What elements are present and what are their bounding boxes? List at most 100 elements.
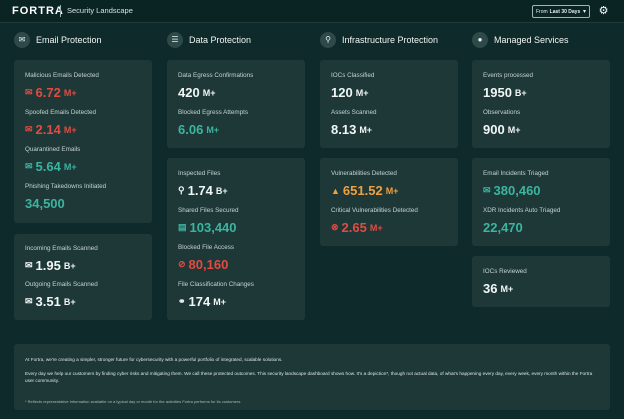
metric-incoming-emails: Incoming Emails Scanned ✉ 1.95 B+ (25, 245, 98, 273)
search-icon: ⚲ (178, 185, 185, 195)
envelope-icon: ✉ (14, 32, 30, 48)
brand-logo: FORTRA (12, 5, 64, 17)
metric-label: IOCs Classified (331, 72, 375, 79)
alert-circle-icon: ⊗ (331, 222, 339, 232)
metric-critical-vulnerabilities: Critical Vulnerabilities Detected ⊗ 2.65… (331, 207, 418, 235)
metric-label: Blocked File Access (178, 244, 234, 251)
metric-label: Malicious Emails Detected (25, 72, 99, 79)
warning-icon: ▲ (331, 185, 340, 196)
metric-blocked-egress: Blocked Egress Attempts 6.06 M+ (178, 109, 248, 137)
date-range-select[interactable]: From Last 30 Days ▾ (532, 5, 590, 18)
metric-email-incidents-triaged: Email Incidents Triaged ✉ 380,460 (483, 170, 548, 198)
metric-label: XDR Incidents Auto Triaged (483, 207, 561, 214)
metric-label: IOCs Reviewed (483, 268, 527, 275)
metric-blocked-file-access: Blocked File Access ⊘ 80,160 (178, 244, 234, 272)
metric-outgoing-emails: Outgoing Emails Scanned ✉ 3.51 B+ (25, 281, 98, 309)
chevron-down-icon: ▾ (582, 8, 586, 15)
metric-label: Events processed (483, 72, 534, 79)
metric-value: ✉ 5.64 M+ (25, 159, 77, 174)
data-card-files: Inspected Files ⚲ 1.74 B+ Shared Files Se… (167, 158, 305, 320)
metric-iocs-reviewed: IOCs Reviewed 36 M+ (483, 268, 527, 296)
footer-info: At Fortra, we're creating a simpler, str… (14, 344, 610, 410)
metric-value: ✉ 380,460 (483, 183, 541, 198)
column-header-data: ☰ Data Protection (167, 31, 251, 49)
metric-label: Phishing Takedowns Initiated (25, 183, 107, 190)
data-card-egress: Data Egress Confirmations 420 M+ Blocked … (167, 60, 305, 148)
metric-label: Data Egress Confirmations (178, 72, 254, 79)
column-title: Data Protection (189, 35, 252, 45)
metric-label: File Classification Changes (178, 281, 254, 288)
envelope-icon: ✉ (25, 260, 33, 270)
headset-icon: ● (472, 32, 488, 48)
metric-value: ✉ 3.51 B+ (25, 294, 76, 309)
metric-shared-files: Shared Files Secured ▤ 103,440 (178, 207, 239, 235)
network-icon: ⚲ (320, 32, 336, 48)
metric-label: Quarantined Emails (25, 146, 81, 153)
column-header-managed: ● Managed Services (472, 31, 569, 49)
metric-value: ✉ 2.14 M+ (25, 122, 77, 137)
metric-value: 900 M+ (483, 122, 521, 137)
metric-label: Observations (483, 109, 521, 116)
metric-classification-changes: File Classification Changes ⚭ 174 M+ (178, 281, 254, 309)
metric-iocs-classified: IOCs Classified 120 M+ (331, 72, 374, 100)
metric-value: 34,500 (25, 196, 65, 211)
email-card-threats: Malicious Emails Detected ✉ 6.72 M+ Spoof… (14, 60, 152, 223)
metric-assets-scanned: Assets Scanned 8.13 M+ (331, 109, 377, 137)
metric-label: Critical Vulnerabilities Detected (331, 207, 418, 214)
metric-value: 120 M+ (331, 85, 369, 100)
managed-card-iocs: IOCs Reviewed 36 M+ (472, 256, 610, 307)
metric-xdr-incidents-triaged: XDR Incidents Auto Triaged 22,470 (483, 207, 560, 235)
infra-card-vulnerabilities: Vulnerabilities Detected ▲ 651.52 M+ Crit… (320, 158, 458, 246)
brand-divider (60, 5, 61, 17)
envelope-icon: ✉ (25, 87, 33, 97)
metric-value: ⊗ 2.65 M+ (331, 220, 383, 235)
metric-label: Assets Scanned (331, 109, 377, 116)
infra-card-scanning: IOCs Classified 120 M+ Assets Scanned 8.1… (320, 60, 458, 148)
metric-value: ✉ 1.95 B+ (25, 258, 76, 273)
top-bar: FORTRA Security Landscape From Last 30 D… (0, 0, 624, 23)
managed-card-events: Events processed 1950 B+ Observations 900… (472, 60, 610, 148)
envelope-icon: ✉ (483, 185, 491, 195)
metric-inspected-files: Inspected Files ⚲ 1.74 B+ (178, 170, 228, 198)
metric-vulnerabilities: Vulnerabilities Detected ▲ 651.52 M+ (331, 170, 398, 198)
column-title: Managed Services (494, 35, 569, 45)
metric-label: Outgoing Emails Scanned (25, 281, 98, 288)
metric-egress-confirmations: Data Egress Confirmations 420 M+ (178, 72, 253, 100)
metric-malicious-emails: Malicious Emails Detected ✉ 6.72 M+ (25, 72, 99, 100)
metric-value: ⊘ 80,160 (178, 257, 229, 272)
envelope-icon: ✉ (25, 124, 33, 134)
envelope-icon: ✉ (25, 161, 33, 171)
metric-value: 22,470 (483, 220, 523, 235)
metric-label: Email Incidents Triaged (483, 170, 549, 177)
envelope-icon: ✉ (25, 296, 33, 306)
metric-phishing-takedowns: Phishing Takedowns Initiated 34,500 (25, 183, 106, 211)
link-icon: ⚭ (178, 296, 186, 306)
metric-observations: Observations 900 M+ (483, 109, 520, 137)
metric-label: Shared Files Secured (178, 207, 239, 214)
metric-value: 420 M+ (178, 85, 216, 100)
page-title: Security Landscape (67, 6, 133, 15)
metric-value: 8.13 M+ (331, 122, 373, 137)
footer-note: * Reflects representative information av… (25, 399, 242, 404)
footer-intro: At Fortra, we're creating a simpler, str… (25, 357, 283, 362)
document-icon: ▤ (178, 222, 187, 232)
metric-label: Inspected Files (178, 170, 221, 177)
metric-label: Incoming Emails Scanned (25, 245, 98, 252)
metric-quarantined-emails: Quarantined Emails ✉ 5.64 M+ (25, 146, 80, 174)
metric-value: ⚭ 174 M+ (178, 294, 227, 309)
metric-value: 36 M+ (483, 281, 514, 296)
date-range-value: Last 30 Days (549, 8, 581, 15)
managed-card-incidents: Email Incidents Triaged ✉ 380,460 XDR In… (472, 158, 610, 246)
metric-label: Blocked Egress Attempts (178, 109, 248, 116)
metric-value: 6.06 M+ (178, 122, 220, 137)
metric-value: 1950 B+ (483, 85, 527, 100)
metric-events-processed: Events processed 1950 B+ (483, 72, 533, 100)
metric-label: Vulnerabilities Detected (331, 170, 397, 177)
email-card-scanned: Incoming Emails Scanned ✉ 1.95 B+ Outgoin… (14, 234, 152, 320)
metric-value: ⚲ 1.74 B+ (178, 183, 228, 198)
column-header-email: ✉ Email Protection (14, 31, 102, 49)
column-header-infra: ⚲ Infrastructure Protection (320, 31, 438, 49)
metric-label: Spoofed Emails Detected (25, 109, 97, 116)
gear-icon[interactable]: ⚙ (598, 6, 609, 17)
column-title: Infrastructure Protection (342, 35, 439, 45)
